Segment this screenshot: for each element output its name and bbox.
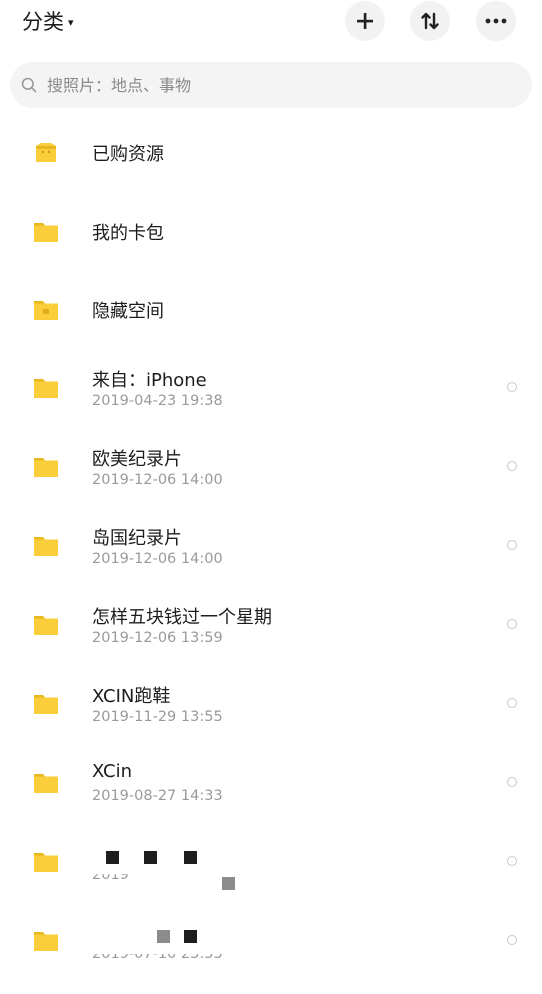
folder-name: 隐藏空间 [92,301,164,322]
folder-icon [34,616,58,635]
folder-icon [34,695,58,714]
more-button[interactable] [476,1,516,41]
category-dropdown[interactable]: 分类 ▾ [22,6,74,36]
folder-name: 已购资源 [92,144,164,165]
select-radio[interactable] [507,619,517,629]
folder-icon [34,774,58,793]
folder-icon [34,379,58,398]
select-radio[interactable] [507,856,517,866]
list-item[interactable]: 岛国纪录片 2019-12-06 14:00 [0,521,542,599]
select-radio[interactable] [507,382,517,392]
folder-icon [34,932,58,951]
folder-date: 2019-12-06 14:00 [92,551,223,567]
select-radio[interactable] [507,777,517,787]
search-icon [21,77,37,93]
redaction-mask [106,851,119,864]
select-radio[interactable] [507,698,517,708]
folder-name: 我的卡包 [92,223,164,244]
list-item[interactable]: 隐藏空间 [0,270,542,348]
page-title: 分类 [22,10,64,34]
list-item[interactable]: 2019 [0,837,542,915]
list-item[interactable]: 欧美纪录片 2019-12-06 14:00 [0,442,542,520]
list-item[interactable]: XCIN跑鞋 2019-11-29 13:55 [0,679,542,757]
folder-name: 岛国纪录片 [92,528,182,549]
folder-icon [34,458,58,477]
folder-date: 2019-04-23 19:38 [92,393,223,409]
search-bar[interactable] [10,62,532,108]
list-item[interactable]: 2019-07-10 23:55 [0,916,542,994]
folder-name: 怎样五块钱过一个星期 [92,607,272,628]
folder-icon [34,537,58,556]
list-item[interactable]: 我的卡包 [0,191,542,269]
folder-name: XCin [92,761,132,782]
list-item[interactable]: 怎样五块钱过一个星期 2019-12-06 13:59 [0,600,542,678]
add-button[interactable] [345,1,385,41]
folder-date: 2019-11-29 13:55 [92,709,223,725]
plus-icon [357,13,373,29]
redaction-mask [184,930,197,943]
folder-date: 2019-12-06 13:59 [92,630,223,646]
sort-icon [421,12,439,30]
folder-date: 2019-12-06 14:00 [92,472,223,488]
folder-date: 2019-08-27 14:33 [92,788,223,804]
select-radio[interactable] [507,461,517,471]
folder-name: 来自：iPhone [92,370,207,391]
folder-icon [34,223,58,242]
list-item[interactable]: 来自：iPhone 2019-04-23 19:38 [0,363,542,441]
hidden-folder-icon [34,301,58,320]
caret-down-icon: ▾ [68,15,74,29]
sort-button[interactable] [410,1,450,41]
select-radio[interactable] [507,540,517,550]
folder-name: 欧美纪录片 [92,449,182,470]
list-item[interactable]: 已购资源 [0,113,542,191]
folder-name: XCIN跑鞋 [92,686,171,707]
folder-date: 2019-07-10 23:55 [92,946,223,962]
select-radio[interactable] [507,935,517,945]
redaction-mask [222,877,235,890]
search-input[interactable] [45,74,489,96]
redaction-mask [184,851,197,864]
list-item[interactable]: XCin 2019-08-27 14:33 [0,758,542,836]
top-bar: 分类 ▾ [0,0,542,48]
redaction-mask [157,930,170,943]
more-icon [485,18,507,24]
folder-icon [34,853,58,872]
purchased-folder-icon [36,143,56,162]
redaction-mask [144,851,157,864]
folder-date: 2019 [92,867,129,883]
